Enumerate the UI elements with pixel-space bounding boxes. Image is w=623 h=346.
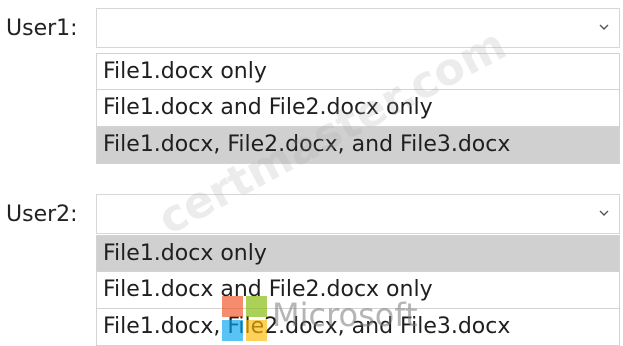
user1-options-list: File1.docx only File1.docx and File2.doc… (96, 53, 620, 164)
user1-label: User1: (6, 16, 78, 41)
chevron-down-icon (599, 210, 609, 216)
chevron-down-icon (599, 24, 609, 30)
user2-options-list: File1.docx only File1.docx and File2.doc… (96, 235, 620, 346)
user2-option-1[interactable]: File1.docx only (96, 235, 620, 272)
user1-option-1[interactable]: File1.docx only (96, 53, 620, 90)
user1-option-3[interactable]: File1.docx, File2.docx, and File3.docx (96, 127, 620, 164)
user2-label: User2: (6, 202, 78, 227)
user2-option-3[interactable]: File1.docx, File2.docx, and File3.docx (96, 309, 620, 346)
user2-option-2[interactable]: File1.docx and File2.docx only (96, 272, 620, 309)
user1-dropdown[interactable] (96, 8, 620, 48)
user2-dropdown[interactable] (96, 194, 620, 234)
user1-option-2[interactable]: File1.docx and File2.docx only (96, 90, 620, 127)
